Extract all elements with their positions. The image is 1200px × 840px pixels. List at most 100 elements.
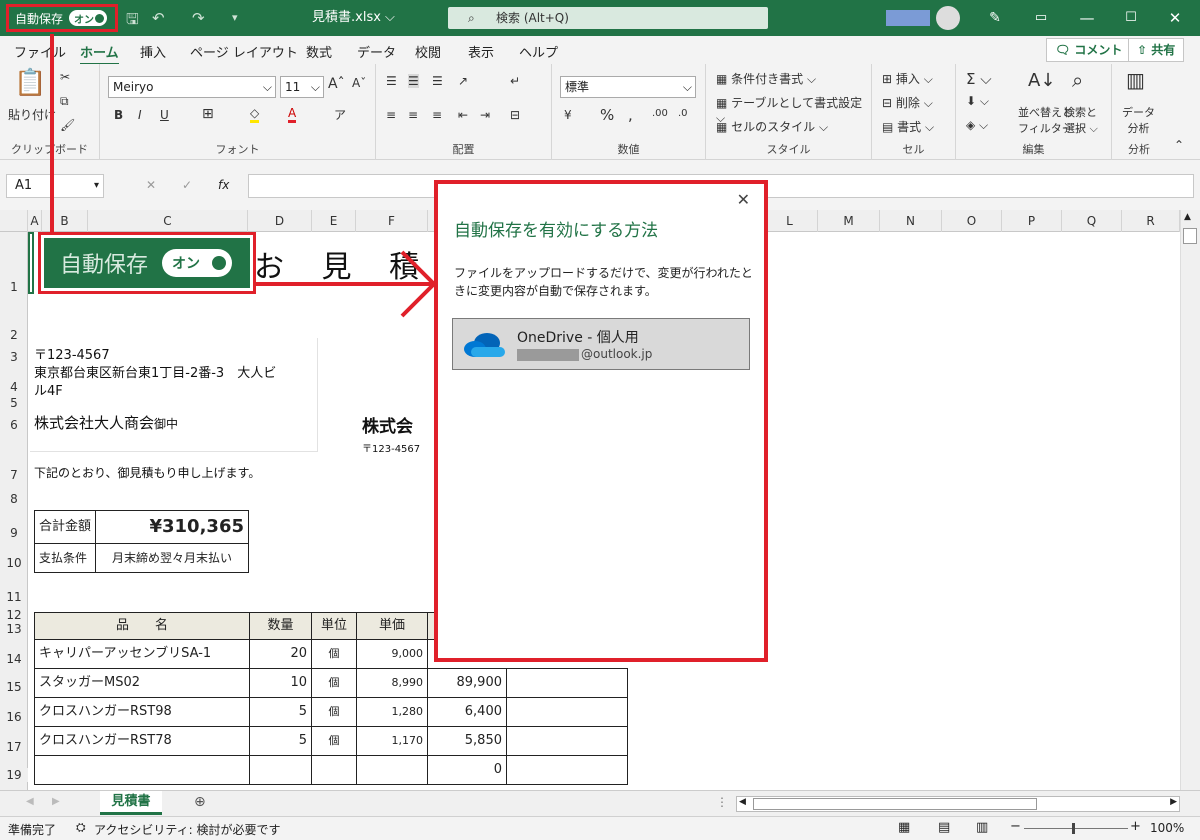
col-header[interactable]: N [880,210,942,232]
row-header[interactable]: 7 [0,468,28,482]
col-header[interactable]: Q [1062,210,1122,232]
wrap-text-icon[interactable]: ↵ [510,74,520,88]
underline-icon[interactable]: U [160,108,169,122]
row-header[interactable]: 19 [0,768,28,782]
border-icon[interactable]: ⊞ [202,106,214,122]
next-sheet-icon[interactable]: ▶ [52,796,60,807]
accessibility-icon[interactable]: ⛭ [76,820,86,835]
tab-data[interactable]: データ [357,42,396,61]
tab-home[interactable]: ホーム [80,42,119,66]
analyze-data-icon[interactable]: ▥ [1126,68,1145,92]
prev-sheet-icon[interactable]: ◀ [26,796,34,807]
close-icon[interactable]: ✕ [1152,0,1198,36]
autosave-toggle[interactable]: 自動保存 オン [6,4,118,32]
normal-view-icon[interactable]: ▦ [898,820,910,835]
row-header[interactable]: 12 [0,608,28,622]
increase-indent-icon[interactable]: ⇥ [480,108,490,122]
col-header[interactable]: A [28,210,42,232]
orientation-icon[interactable]: ↗ [458,74,468,88]
tab-review[interactable]: 校閲 [415,42,441,61]
minimize-icon[interactable]: — [1064,0,1110,36]
align-center-icon[interactable]: ≡ [408,108,418,122]
font-name-select[interactable]: Meiryo ⌵ [108,76,276,98]
enter-icon[interactable]: ✓ [182,178,192,192]
align-right-icon[interactable]: ≡ [432,108,442,122]
col-header[interactable]: E [312,210,356,232]
row-header[interactable]: 14 [0,652,28,666]
row-header[interactable]: 6 [0,418,28,432]
align-left-icon[interactable]: ≡ [386,108,396,122]
col-header[interactable]: C [88,210,248,232]
zoom-slider-thumb[interactable] [1072,823,1075,834]
autosum-icon[interactable]: Σ ⌵ [966,70,992,88]
close-icon[interactable]: ✕ [737,190,750,209]
share-button[interactable]: ⇧ 共有 [1128,38,1185,62]
zoom-out-icon[interactable]: − [1010,819,1021,834]
search-box[interactable]: ⌕ 検索 (Alt+Q) [448,7,768,29]
row-header[interactable]: 5 [0,396,28,410]
select-all[interactable] [0,210,28,232]
avatar[interactable] [936,6,960,30]
percent-icon[interactable]: % [600,106,614,124]
active-cell-a1[interactable] [28,232,34,294]
name-box[interactable]: A1 ▾ [6,174,104,198]
copy-icon[interactable]: ⧉ [60,94,69,109]
accessibility-status[interactable]: アクセシビリティ: 検討が必要です [94,821,281,838]
tab-split-icon[interactable]: ⋮ [716,795,728,809]
sheet-tab[interactable]: 見積書 [100,791,162,815]
delete-cells-button[interactable]: ⊟ 削除 ⌵ [882,94,933,111]
font-grow-icon[interactable]: Aˆ [328,76,345,92]
redo-icon[interactable]: ↷ [192,9,205,27]
fill-icon[interactable]: ⬇ ⌵ [966,94,989,109]
row-header[interactable]: 11 [0,590,28,604]
row-header[interactable]: 9 [0,526,28,540]
insert-function-icon[interactable]: fx [218,178,229,192]
row-header[interactable]: 13 [0,622,28,636]
onedrive-option[interactable]: OneDrive - 個人用 @outlook.jp [452,318,750,370]
zoom-in-icon[interactable]: + [1130,819,1141,834]
save-icon[interactable]: 🖫 [126,9,139,34]
pen-icon[interactable]: ✎ [972,0,1018,36]
ribbon-display-icon[interactable]: ▭ [1018,0,1064,36]
col-header[interactable]: R [1122,210,1180,232]
fill-color-icon[interactable]: ◇ [250,106,260,123]
align-bottom-icon[interactable]: ☰ [432,74,443,88]
cut-icon[interactable]: ✂ [60,70,70,84]
sort-filter-icon[interactable]: A↓ [1028,70,1055,91]
scroll-left-icon[interactable]: ◀ [739,797,746,807]
col-header[interactable]: L [762,210,818,232]
col-header[interactable]: P [1002,210,1062,232]
bold-icon[interactable]: B [114,108,123,122]
find-select-button[interactable]: 検索と 選択 ⌵ [1064,104,1098,136]
tab-file[interactable]: ファイル [14,42,66,61]
row-header[interactable]: 1 [0,280,28,294]
decrease-decimal-icon[interactable]: .0 [678,108,688,119]
align-middle-icon[interactable]: ☰ [408,74,419,88]
horizontal-scrollbar[interactable]: ◀ ▶ [736,796,1180,812]
row-header[interactable]: 16 [0,710,28,724]
comment-button[interactable]: 🗨 コメント [1046,38,1132,62]
cancel-icon[interactable]: ✕ [146,178,156,192]
undo-icon[interactable]: ↶ [152,9,165,27]
font-shrink-icon[interactable]: Aˇ [352,76,366,90]
row-header[interactable]: 8 [0,492,28,506]
row-header[interactable]: 4 [0,380,28,394]
maximize-icon[interactable]: ☐ [1108,0,1154,36]
row-header[interactable]: 15 [0,680,28,694]
conditional-format-button[interactable]: ▦ 条件付き書式 ⌵ [716,70,816,87]
format-painter-icon[interactable]: 🖌 [60,118,75,132]
merge-center-icon[interactable]: ⊟ [510,108,520,122]
col-header[interactable]: O [942,210,1002,232]
number-format-select[interactable]: 標準 ⌵ [560,76,696,98]
italic-icon[interactable]: I [138,108,142,122]
comma-icon[interactable]: , [628,106,633,124]
add-sheet-icon[interactable]: ⊕ [194,794,206,810]
phonetic-icon[interactable]: ア [334,106,346,123]
row-header[interactable]: 3 [0,350,28,364]
page-layout-view-icon[interactable]: ▤ [938,820,950,835]
font-color-icon[interactable]: A [288,106,297,123]
find-icon[interactable]: ⌕ [1072,68,1083,92]
row-header[interactable]: 10 [0,556,28,570]
vertical-scrollbar[interactable]: ▲ [1180,210,1200,790]
tab-page-layout[interactable]: ページ レイアウト [190,42,298,61]
